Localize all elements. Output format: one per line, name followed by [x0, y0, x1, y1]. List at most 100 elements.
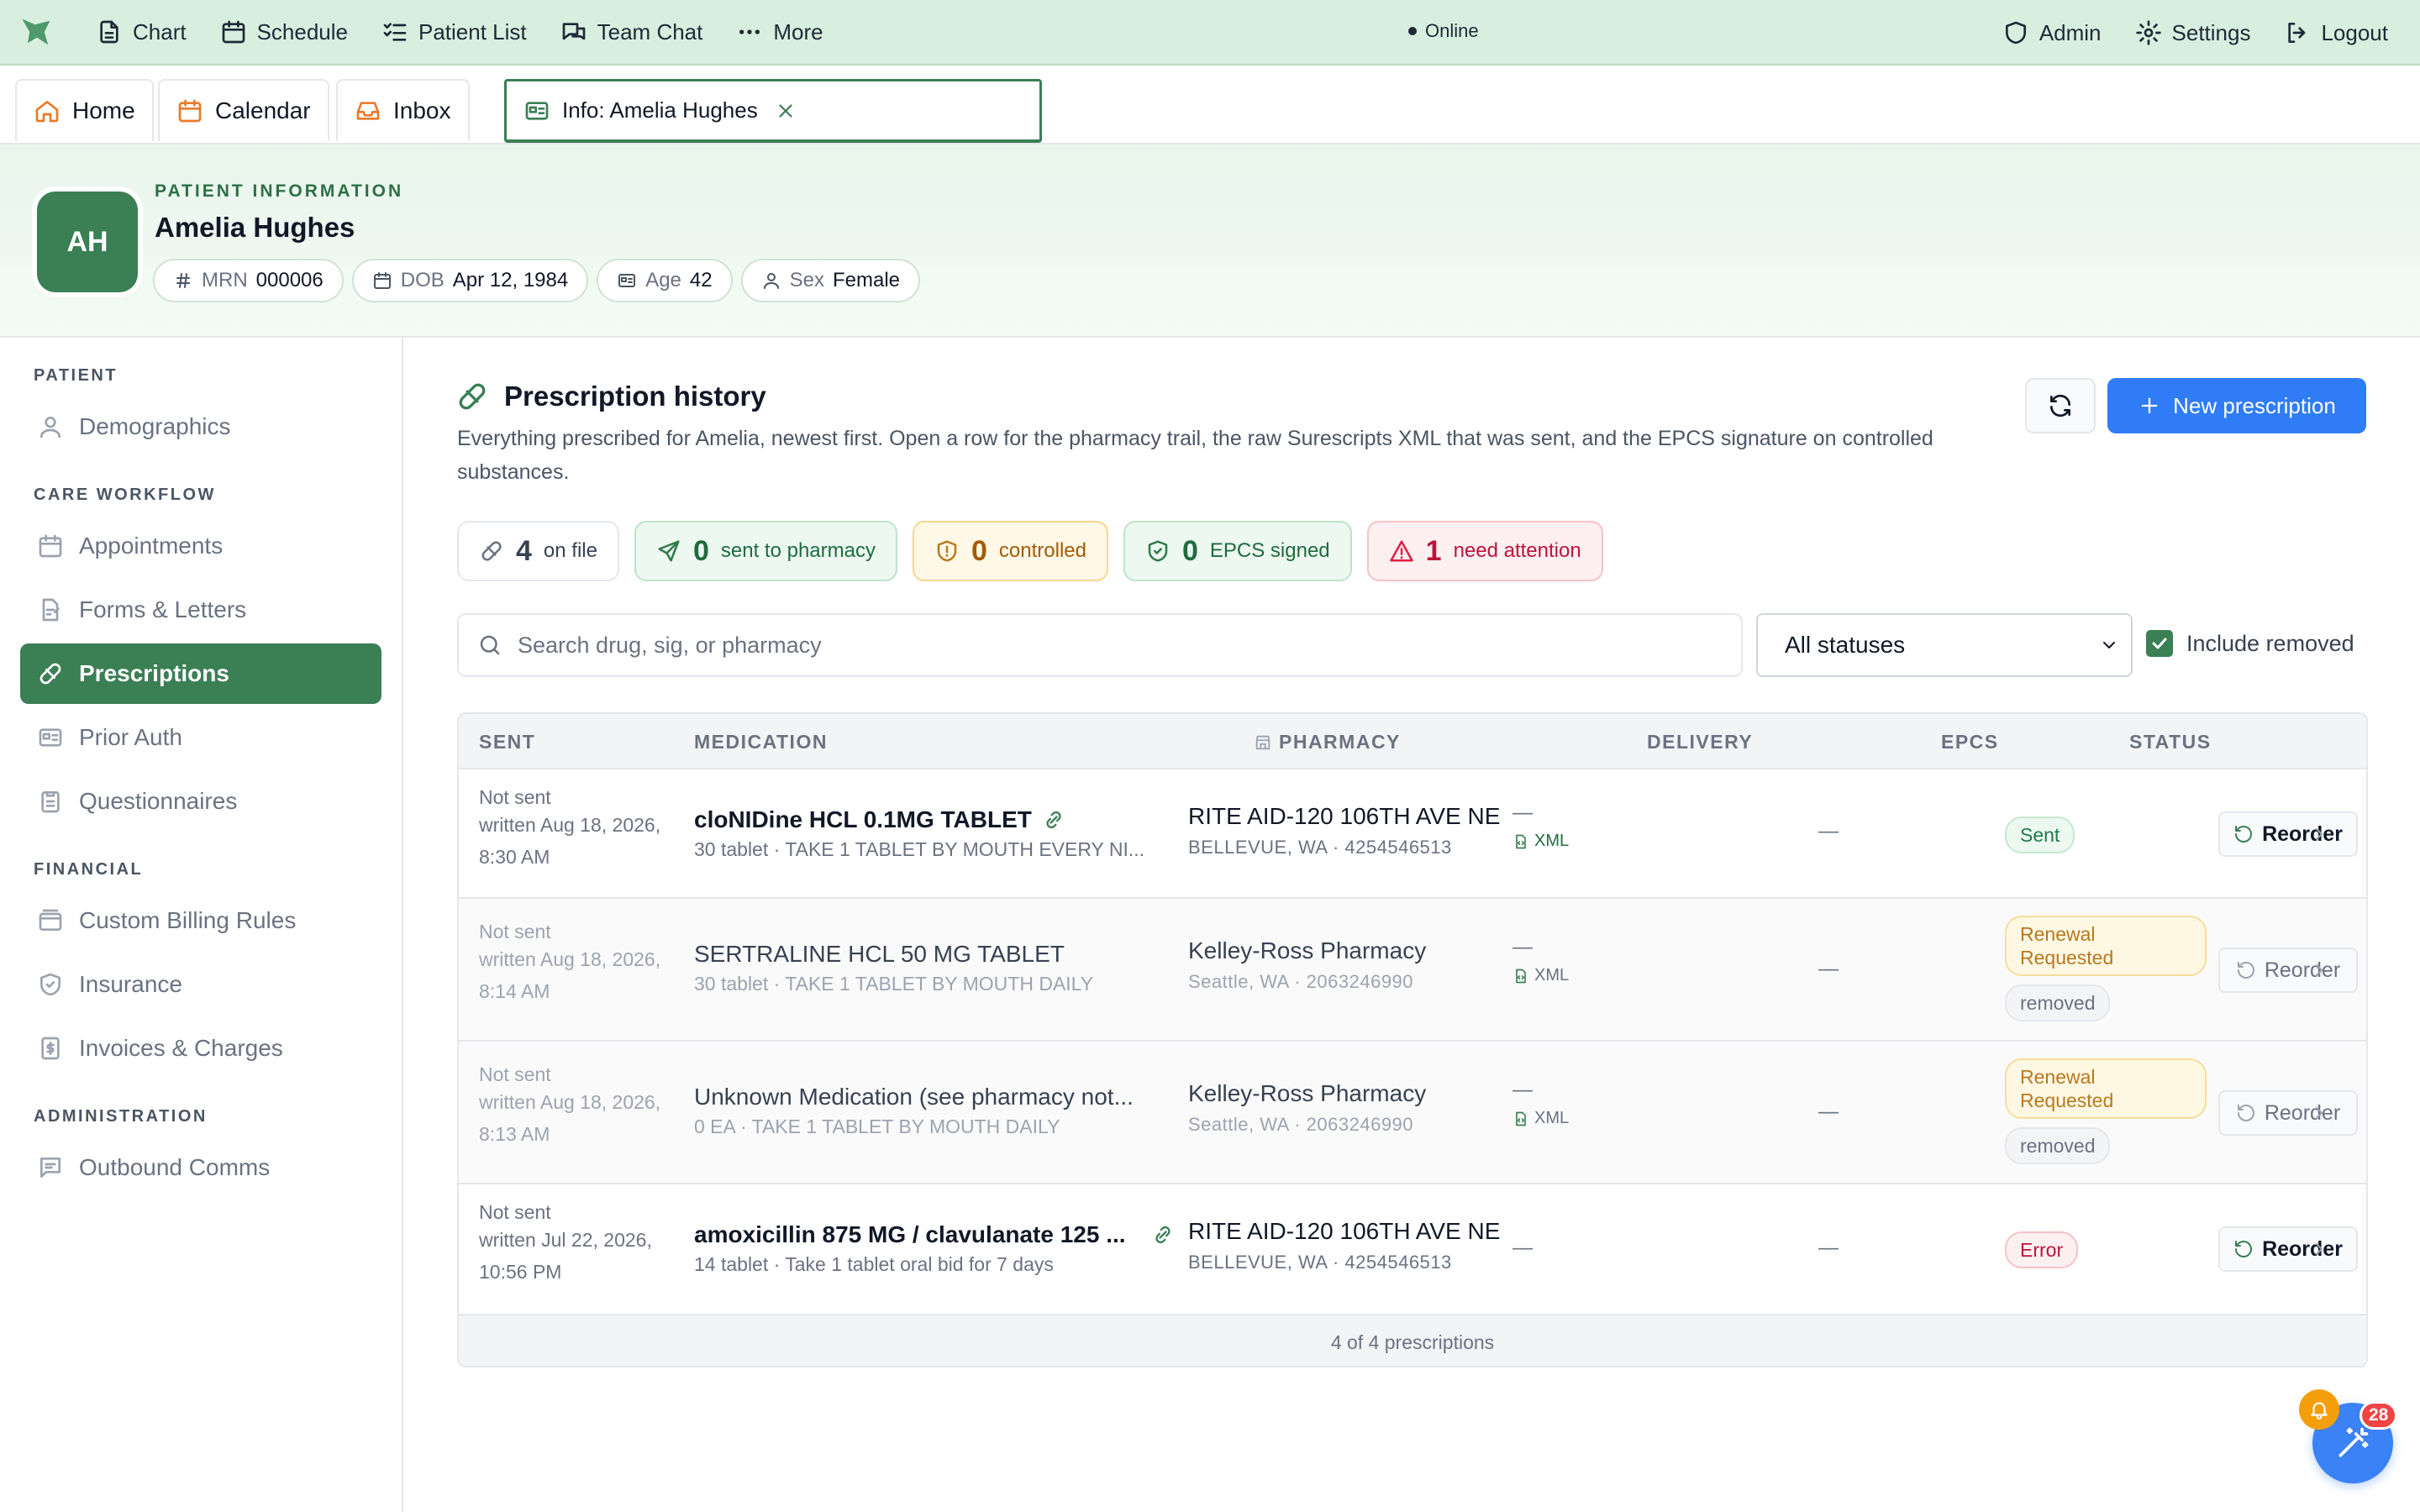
pill-icon	[459, 383, 486, 410]
rotate-ccw-icon	[2237, 962, 2254, 979]
medication-sig: 30 tablet · TAKE 1 TABLET BY MOUTH EVERY…	[694, 838, 1145, 860]
status-dot-icon	[1408, 27, 1417, 35]
medication-cell: amoxicillin 875 MG / clavulanate 125 ...…	[694, 1221, 1175, 1276]
sidebar-item-outbound-comms[interactable]: Outbound Comms	[20, 1137, 381, 1198]
stat-label: on file	[543, 539, 597, 562]
medication-sig: 0 EA · TAKE 1 TABLET BY MOUTH DAILY	[694, 1116, 1060, 1137]
link-icon[interactable]	[1042, 808, 1065, 832]
xml-link[interactable]: XML	[1512, 966, 1569, 985]
topnav-more[interactable]: More	[719, 8, 839, 55]
xml-link-label: XML	[1534, 832, 1570, 850]
link-icon[interactable]	[1151, 1223, 1175, 1247]
pharmacy-cell: RITE AID-120 106TH AVE NE BELLEVUE, WA ·…	[1188, 803, 1500, 858]
topnav-settings-label: Settings	[2171, 19, 2251, 45]
sent-cell: Not sent written Aug 18, 2026, 8:14 AM	[479, 921, 681, 1007]
include-removed-checkbox[interactable]	[2146, 630, 2173, 657]
status-filter-value: All statuses	[1785, 632, 1906, 658]
chevron-right-icon[interactable]	[2309, 1103, 2329, 1123]
sidebar-item-insurance[interactable]: Insurance	[20, 954, 381, 1015]
tab-strip: Home Calendar Inbox Info: Amelia Hughes	[0, 67, 2420, 144]
sidebar-item-label: Prior Auth	[79, 724, 182, 750]
search-box	[457, 613, 1743, 677]
topnav-settings[interactable]: Settings	[2118, 9, 2268, 56]
topnav-admin-label: Admin	[2039, 19, 2102, 45]
sidebar-item-label: Demographics	[79, 413, 231, 439]
sidebar-item-prior-auth[interactable]: Prior Auth	[20, 707, 381, 768]
column-epcs: EPCS	[1941, 731, 1999, 753]
stat-epcs-signed[interactable]: 0 EPCS signed	[1123, 521, 1352, 581]
delivery-value: —	[1818, 1100, 1839, 1123]
store-icon	[1255, 735, 1270, 749]
topnav-logout-label: Logout	[2321, 19, 2388, 45]
reorder-button[interactable]: Reorder	[2218, 1226, 2358, 1272]
pharmacy-name: RITE AID-120 106TH AVE NE	[1188, 1218, 1501, 1244]
stat-sent-to-pharmacy[interactable]: 0 sent to pharmacy	[634, 521, 897, 581]
sidebar-item-questionnaires[interactable]: Questionnaires	[20, 771, 381, 832]
tab-inbox[interactable]: Inbox	[336, 79, 470, 141]
stat-need-attention[interactable]: 1 need attention	[1366, 521, 1603, 581]
tab-patient-info[interactable]: Info: Amelia Hughes	[504, 79, 1042, 143]
topnav-patient-list[interactable]: Patient List	[365, 8, 544, 55]
chevron-right-icon[interactable]	[2309, 1239, 2329, 1259]
tab-calendar[interactable]: Calendar	[158, 79, 329, 141]
table-row[interactable]: Not sent written Aug 18, 2026, 8:14 AM S…	[459, 899, 2366, 1042]
notifications-button[interactable]	[2299, 1389, 2339, 1430]
table-row[interactable]: Not sent written Aug 18, 2026, 8:30 AM c…	[459, 769, 2366, 899]
stats-row: 4 on file 0 sent to pharmacy 0 controlle…	[457, 521, 1603, 581]
sidebar-item-appointments[interactable]: Appointments	[20, 516, 381, 576]
app-logo-icon[interactable]	[18, 13, 55, 50]
table-row[interactable]: Not sent written Jul 22, 2026, 10:56 PM …	[459, 1184, 2366, 1315]
refresh-button[interactable]	[2025, 378, 2096, 433]
home-icon	[35, 101, 59, 123]
patient-chips: MRN 000006 DOB Apr 12, 1984 Age 42 Sex F…	[153, 259, 920, 302]
sidebar-item-forms-letters[interactable]: Forms & Letters	[20, 580, 381, 640]
reorder-button[interactable]: Reorder	[2218, 811, 2358, 857]
chevron-right-icon[interactable]	[2309, 824, 2329, 844]
topnav-chart-label: Chart	[133, 18, 187, 45]
topnav-team-chat[interactable]: Team Chat	[544, 8, 720, 55]
table-footer: 4 of 4 prescriptions	[459, 1315, 2366, 1366]
shield-check-icon	[1148, 540, 1168, 562]
search-input[interactable]	[518, 632, 1694, 659]
sidebar-item-invoices-charges[interactable]: Invoices & Charges	[20, 1018, 381, 1079]
xml-link[interactable]: XML	[1512, 1109, 1569, 1128]
file-code-icon	[1516, 834, 1526, 848]
topnav-admin[interactable]: Admin	[1986, 9, 2118, 56]
topnav-team-chat-label: Team Chat	[597, 18, 703, 45]
sidebar-item-custom-billing-rules[interactable]: Custom Billing Rules	[20, 890, 381, 951]
tab-inbox-label: Inbox	[393, 97, 451, 123]
status-filter-select[interactable]: All statuses	[1756, 613, 2133, 677]
refresh-icon	[2050, 394, 2070, 417]
stat-label: sent to pharmacy	[720, 539, 876, 562]
stat-on-file[interactable]: 4 on file	[457, 521, 619, 581]
medication-cell: SERTRALINE HCL 50 MG TABLET 30 tablet · …	[694, 941, 1173, 995]
written-date: written Aug 18, 2026, 8:30 AM	[479, 814, 661, 868]
xml-link[interactable]: XML	[1512, 832, 1569, 851]
topnav-chart[interactable]: Chart	[79, 8, 203, 55]
reorder-button[interactable]: Reorder	[2218, 948, 2358, 993]
topnav-schedule[interactable]: Schedule	[203, 8, 365, 55]
close-icon[interactable]	[775, 100, 797, 122]
rotate-ccw-icon	[2235, 826, 2252, 843]
new-prescription-button[interactable]: New prescription	[2107, 378, 2366, 433]
warning-icon	[1389, 540, 1413, 562]
sidebar-item-prescriptions[interactable]: Prescriptions	[20, 643, 381, 704]
sidebar-item-label: Insurance	[79, 971, 182, 997]
stat-controlled[interactable]: 0 controlled	[912, 521, 1108, 581]
status-cell: Error	[2005, 1231, 2079, 1268]
page-description: Everything prescribed for Amelia, newest…	[457, 427, 1933, 484]
medication-cell: cloNIDine HCL 0.1MG TABLET 30 tablet · T…	[694, 806, 1173, 861]
xml-cell: — XML	[1512, 936, 1569, 985]
reorder-button[interactable]: Reorder	[2218, 1090, 2358, 1136]
topbar-right: Admin Settings Logout	[1986, 9, 2405, 56]
table-row[interactable]: Not sent written Aug 18, 2026, 8:13 AM U…	[459, 1042, 2366, 1184]
xml-cell: — XML	[1512, 1079, 1569, 1128]
tab-home[interactable]: Home	[15, 79, 154, 141]
chevron-right-icon[interactable]	[2309, 960, 2329, 980]
notification-count-badge: 28	[2360, 1401, 2398, 1430]
sidebar-item-demographics[interactable]: Demographics	[20, 396, 381, 457]
document-icon	[100, 20, 118, 44]
new-prescription-label: New prescription	[2173, 392, 2336, 418]
topnav-logout[interactable]: Logout	[2267, 9, 2405, 56]
file-code-icon	[1516, 969, 1526, 983]
